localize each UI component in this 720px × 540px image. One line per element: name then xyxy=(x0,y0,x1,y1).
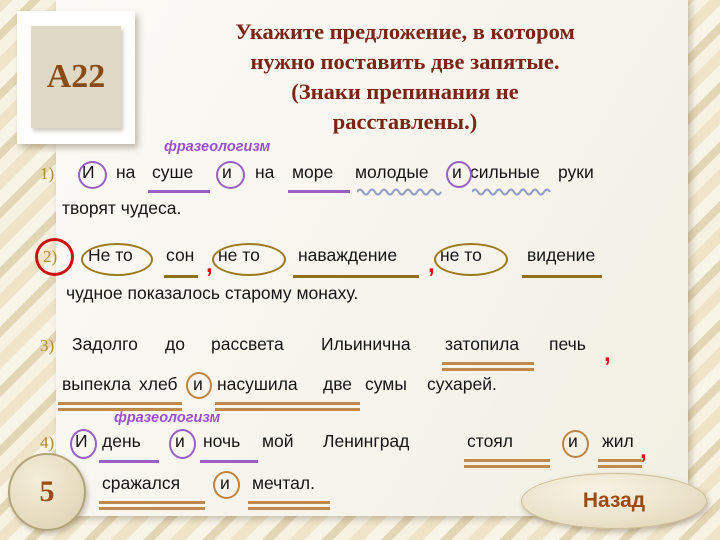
option-3-word-vypekla: выпекла xyxy=(62,374,131,394)
option-3-word-do: до xyxy=(165,334,185,354)
option-4-predicate-underline-4-bottom xyxy=(248,507,330,510)
option-1-line-2: творят чудеса. xyxy=(62,198,182,218)
option-4-number: 4) xyxy=(40,433,55,452)
option-3-word-hleb: хлеб xyxy=(139,374,178,394)
option-4-word-i-2: и xyxy=(175,431,185,451)
subject-underline-1 xyxy=(164,275,198,278)
predicate-underline-3b-top xyxy=(58,402,182,405)
option-2-comma-2: , xyxy=(428,251,435,278)
option-4-word-moy: мой xyxy=(262,431,294,451)
title-line-3: (Знаки препинания не xyxy=(291,79,519,104)
option-1-word-i-2: и xyxy=(222,162,232,182)
option-1-word-silnye: сильные xyxy=(470,162,540,182)
option-2-number: 2) xyxy=(43,247,58,266)
option-4-predicate-underline-2-bottom xyxy=(598,465,642,468)
option-1-word-na-1: на xyxy=(116,162,136,182)
option-4-predicate-underline-1-bottom xyxy=(464,465,550,468)
option-4-word-i-4: и xyxy=(220,473,230,493)
subject-underline-3 xyxy=(522,275,602,278)
page-title: Укажите предложение, в котором нужно пос… xyxy=(168,17,642,137)
option-2-word-neto-3: не то xyxy=(440,245,482,265)
option-4-subject-underline-1 xyxy=(99,460,159,463)
attribute-wave-1 xyxy=(357,188,442,196)
option-3-number: 3) xyxy=(40,336,55,355)
option-1-word-molodye: молодые xyxy=(355,162,429,182)
option-4-word-srazhalsya: сражался xyxy=(102,473,181,493)
predicate-underline-3a-top xyxy=(442,362,534,365)
question-code-badge: A22 xyxy=(17,11,135,144)
slide-number-label: 5 xyxy=(39,475,55,508)
phraseologism-label-1: фразеологизм xyxy=(164,139,271,155)
option-4-predicate-underline-3-bottom xyxy=(99,507,205,510)
option-4-word-mechtal: мечтал. xyxy=(252,473,315,493)
option-3-word-rassveta: рассвета xyxy=(211,334,284,354)
phraseologism-label-2: фразеологизм xyxy=(114,410,221,426)
option-2-word-neto-1: Не то xyxy=(88,245,133,265)
question-code-badge-inner: A22 xyxy=(31,26,121,128)
answer-option-3[interactable]: 3) Задолго до рассвета Ильинична затопил… xyxy=(40,334,700,411)
back-button-label: Назад xyxy=(582,489,646,512)
option-4-predicate-underline-2-top xyxy=(598,459,642,462)
option-2-word-neto-2: не то xyxy=(218,245,260,265)
adverbial-underline-2 xyxy=(288,190,350,193)
option-4-word-noch: ночь xyxy=(203,431,241,451)
adverbial-underline-1 xyxy=(148,190,210,193)
option-3-word-pech: печь xyxy=(549,334,586,354)
option-3-word-sumy: сумы xyxy=(365,374,407,394)
option-3-word-i: и xyxy=(193,374,203,394)
option-4-subject-underline-2 xyxy=(200,460,258,463)
option-4-predicate-underline-3-top xyxy=(99,501,205,504)
option-4-predicate-underline-1-top xyxy=(464,459,550,462)
option-1-word-ruki: руки xyxy=(558,162,594,182)
option-4-word-leningrad: Ленинград xyxy=(323,431,410,451)
option-3-word-zatopila: затопила xyxy=(445,334,520,354)
title-line-4: расставлены.) xyxy=(332,109,478,134)
option-1-word-more: море xyxy=(292,162,334,182)
option-4-predicate-underline-4-top xyxy=(248,501,330,504)
option-3-word-nasushila: насушила xyxy=(217,374,298,394)
option-3-word-dve: две xyxy=(323,374,353,394)
title-line-2: нужно поставить две запятые. xyxy=(250,49,560,74)
option-4-word-i-1: И xyxy=(75,431,88,451)
option-1-word-i-3: и xyxy=(452,162,462,182)
predicate-underline-3a-bottom xyxy=(442,368,534,371)
answer-option-2[interactable]: 2) Не то сон , не то наваждение , не то … xyxy=(35,238,690,307)
back-button[interactable]: Назад xyxy=(521,473,707,529)
question-code-label: A22 xyxy=(46,58,106,95)
option-1-word-sushe: суше xyxy=(152,162,194,182)
answer-option-1[interactable]: 1) И на суше и на море молодые и сильные… xyxy=(40,161,690,222)
option-2-word-videnie: видение xyxy=(527,245,596,265)
option-4-word-den: день xyxy=(102,431,141,451)
option-1-word-na-2: на xyxy=(255,162,275,182)
option-3-word-suharey: сухарей. xyxy=(427,374,497,394)
attribute-wave-2 xyxy=(472,188,551,196)
option-2-comma-1: , xyxy=(206,251,213,278)
slide-background: A22 Укажите предложение, в котором нужно… xyxy=(0,0,720,540)
option-4-word-zhil: жил xyxy=(602,431,634,451)
predicate-underline-3c-bottom xyxy=(215,408,360,411)
title-line-1: Укажите предложение, в котором xyxy=(235,19,575,44)
option-2-word-son: сон xyxy=(166,245,195,265)
slide-number-badge: 5 xyxy=(8,453,86,531)
predicate-underline-3c-top xyxy=(215,402,360,405)
option-2-word-navazhdenie: наваждение xyxy=(298,245,398,265)
option-3-comma-1: , xyxy=(604,340,611,367)
option-3-word-ilyinichna: Ильинична xyxy=(321,334,411,354)
option-1-number: 1) xyxy=(40,164,55,183)
option-3-word-zadolgo: Задолго xyxy=(72,334,138,354)
option-4-word-stoyal: стоял xyxy=(467,431,513,451)
option-1-word-i-1: И xyxy=(82,162,95,182)
subject-underline-2 xyxy=(293,275,419,278)
option-2-line-2: чудное показалось старому монаху. xyxy=(66,283,359,303)
option-4-word-i-3: и xyxy=(568,431,578,451)
